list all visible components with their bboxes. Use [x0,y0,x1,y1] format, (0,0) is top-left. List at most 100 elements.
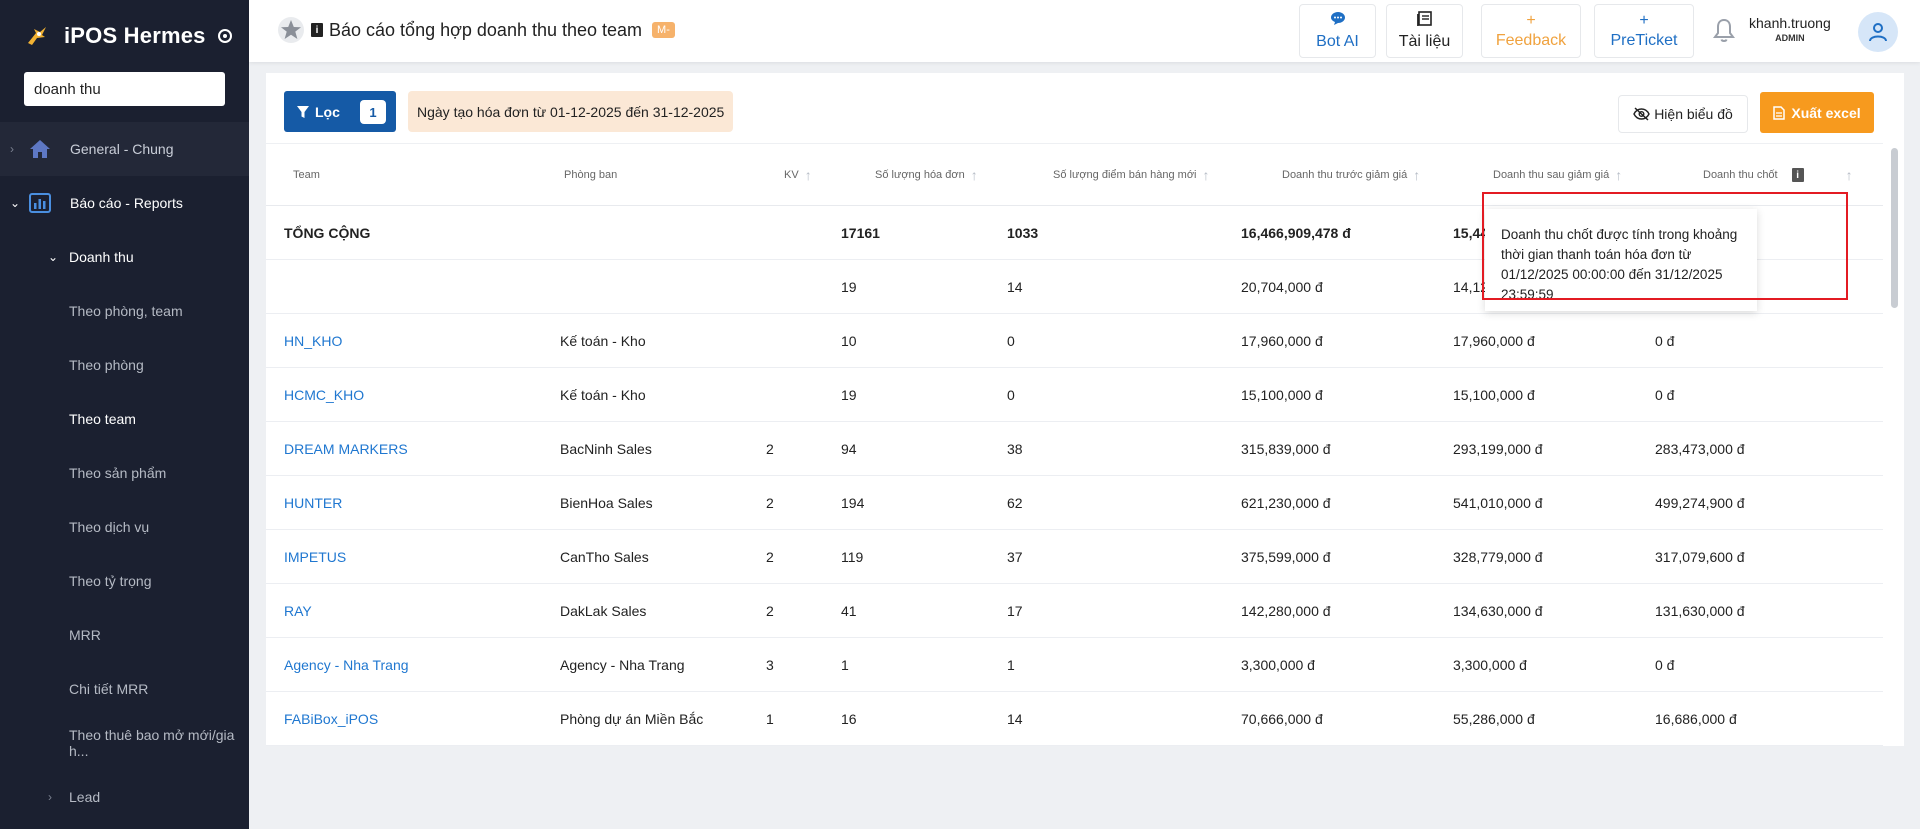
sort-arrow-icon[interactable]: ↑ [1413,167,1420,183]
col-region[interactable]: KV ↑ [784,144,812,206]
report-panel: Lọc 1 Ngày tạo hóa đơn từ 01-12-2025 đến… [266,73,1904,746]
col-new-points[interactable]: Số lượng điểm bán hàng mới ↑ [1053,144,1209,206]
table-row: Agency - Nha Trang Agency - Nha Trang 3 … [266,638,1883,692]
brand[interactable]: iPOS Hermes [0,0,249,72]
cell-region: 2 [766,549,774,565]
cell-invoices: 194 [841,495,865,511]
bell-icon[interactable] [1712,18,1736,44]
docs-label: Tài liệu [1398,33,1451,50]
table-scrollbar[interactable] [1891,148,1898,308]
filter-icon [297,105,309,118]
feedback-label: Feedback [1495,31,1567,49]
cell-before-discount: 142,280,000 đ [1241,603,1331,619]
sidebar-search-input[interactable] [24,72,225,106]
radio-icon[interactable] [217,29,232,43]
cell-new-points: 1 [1007,657,1015,673]
sidebar-item-general[interactable]: › General - Chung [0,122,249,176]
cell-closed: 317,079,600 đ [1655,549,1745,565]
cell-team[interactable]: HCMC_KHO [284,368,364,422]
user-info[interactable]: khanh.truong ADMIN [1749,15,1831,43]
chevron-right-icon: › [48,790,52,804]
cell-department: Agency - Nha Trang [560,657,685,673]
cell-closed: 0 đ [1655,333,1675,349]
cell-department: BienHoa Sales [560,495,653,511]
feedback-button[interactable]: + Feedback [1481,4,1581,58]
cell-new-points: 1033 [1007,225,1039,241]
cell-team[interactable]: Agency - Nha Trang [284,638,409,692]
cell-team[interactable]: HUNTER [284,476,342,530]
col-revenue-before-discount[interactable]: Doanh thu trước giảm giá ↑ [1282,144,1420,206]
home-icon [28,138,52,160]
sidebar-item-by-dept-team[interactable]: Theo phòng, team [0,284,249,338]
table-row: FABiBox_iPOS Phòng dự án Miền Bắc 1 16 1… [266,692,1883,746]
cell-invoices: 10 [841,333,857,349]
docs-button[interactable]: Tài liệu [1386,4,1463,58]
cell-department: CanTho Sales [560,549,649,565]
cell-department: BacNinh Sales [560,441,652,457]
sort-arrow-icon[interactable]: ↑ [1846,167,1853,183]
sidebar-item-label: Báo cáo - Reports [70,195,183,211]
sidebar-item-revenue[interactable]: ⌄ Doanh thu [0,230,249,284]
col-team[interactable]: Team [293,144,320,206]
sidebar-item-reports[interactable]: ⌄ Báo cáo - Reports [0,176,249,230]
sidebar-item-mrr-detail[interactable]: Chi tiết MRR [0,662,249,716]
cell-team[interactable]: DREAM MARKERS [284,422,408,476]
cell-before-discount: 375,599,000 đ [1241,549,1331,565]
sidebar-item-lead[interactable]: › Lead [0,770,249,824]
toggle-chart-button[interactable]: Hiện biểu đồ [1618,95,1748,133]
filter-label: Lọc [315,103,340,120]
table-row: HCMC_KHO Kế toán - Kho 19 0 15,100,000 đ… [266,368,1883,422]
filter-button[interactable]: Lọc 1 [284,91,396,132]
cell-before-discount: 3,300,000 đ [1241,657,1315,673]
col-invoice-count[interactable]: Số lượng hóa đơn ↑ [875,144,978,206]
sort-arrow-icon[interactable]: ↑ [1615,167,1622,183]
chevron-right-icon: › [10,142,14,156]
date-range-chip[interactable]: Ngày tạo hóa đơn từ 01-12-2025 đến 31-12… [408,91,734,132]
cell-closed: 499,274,900 đ [1655,495,1745,511]
cell-new-points: 37 [1007,549,1023,565]
eye-off-icon [1633,107,1650,121]
cell-team[interactable]: HN_KHO [284,314,342,368]
chat-icon [1330,11,1346,30]
chevron-down-icon: ⌄ [48,250,59,264]
sidebar-item-by-product[interactable]: Theo sản phẩm [0,446,249,500]
sidebar-item-by-service[interactable]: Theo dịch vụ [0,500,249,554]
info-icon[interactable]: i [311,23,323,37]
col-revenue-after-label: Doanh thu sau giảm giá [1493,169,1610,181]
cell-new-points: 38 [1007,441,1023,457]
avatar[interactable] [1858,12,1898,52]
cell-team[interactable]: RAY [284,584,312,638]
sidebar-item-by-subscription[interactable]: Theo thuê bao mở mới/gia h... [0,716,249,770]
table-row: HUNTER BienHoa Sales 2 194 62 621,230,00… [266,476,1883,530]
plus-icon: + [1639,11,1649,29]
col-new-points-label: Số lượng điểm bán hàng mới [1053,169,1197,181]
sidebar-menu: › General - Chung ⌄ Báo cáo - Reports ⌄ … [0,122,249,824]
sidebar-item-by-team[interactable]: Theo team [0,392,249,446]
col-department[interactable]: Phòng ban [564,144,617,206]
sidebar-item-mrr[interactable]: MRR [0,608,249,662]
sidebar-item-by-dept[interactable]: Theo phòng [0,338,249,392]
cell-invoices: 16 [841,711,857,727]
col-revenue-closed-label: Doanh thu chốt [1703,169,1778,181]
cell-department: Kế toán - Kho [560,387,646,403]
highlight-box [1482,192,1848,300]
sort-arrow-icon[interactable]: ↑ [971,167,978,183]
cell-before-discount: 17,960,000 đ [1241,333,1323,349]
cell-invoices: 19 [841,279,857,295]
chevron-down-icon: ⌄ [10,196,21,210]
user-icon [1869,23,1887,42]
sort-arrow-icon[interactable]: ↑ [1202,167,1209,183]
export-excel-button[interactable]: Xuất excel [1760,92,1874,133]
cell-team[interactable]: IMPETUS [284,530,346,584]
cell-team[interactable]: FABiBox_iPOS [284,692,378,746]
sidebar-item-by-ratio[interactable]: Theo tỷ trọng [0,554,249,608]
cell-after-discount: 293,199,000 đ [1453,441,1543,457]
bot-ai-button[interactable]: Bot AI [1299,4,1376,58]
menu-badge[interactable]: M- [652,22,675,38]
file-icon [1773,105,1786,120]
info-icon[interactable]: i [1791,168,1804,182]
cell-after-discount: 17,960,000 đ [1453,333,1535,349]
preticket-button[interactable]: + PreTicket [1594,4,1694,58]
cell-before-discount: 621,230,000 đ [1241,495,1331,511]
sort-arrow-icon[interactable]: ↑ [805,167,812,183]
